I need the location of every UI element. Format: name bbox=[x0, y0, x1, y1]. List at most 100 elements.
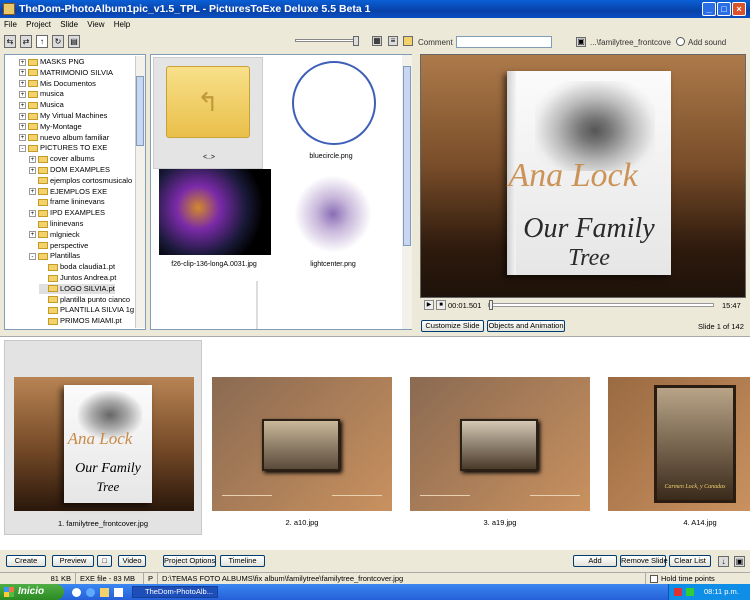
file-item[interactable]: bluecircle.png bbox=[266, 57, 376, 169]
expander-icon[interactable]: + bbox=[29, 209, 36, 217]
expander-icon[interactable]: - bbox=[19, 144, 26, 152]
expander-icon[interactable]: + bbox=[29, 166, 36, 174]
tree-item[interactable]: + MATRIMONIO SILVIA bbox=[19, 68, 113, 78]
slider-thumb[interactable] bbox=[353, 36, 359, 46]
expander-icon[interactable]: + bbox=[19, 123, 26, 131]
tree-item[interactable]: + My Virtual Machines bbox=[19, 111, 107, 121]
thumbnail-size-slider[interactable] bbox=[295, 39, 359, 42]
tree-item[interactable]: + cover albums bbox=[29, 154, 95, 164]
folder-up-icon[interactable]: ↑ bbox=[36, 35, 48, 48]
view-icon[interactable]: ▤ bbox=[68, 35, 80, 48]
tree-item[interactable]: - PICTURES TO EXE bbox=[19, 143, 107, 153]
expander-icon[interactable]: + bbox=[19, 112, 26, 120]
tree-item[interactable]: + MASKS PNG bbox=[19, 57, 85, 67]
menu-view[interactable]: View bbox=[87, 20, 104, 29]
slide-preview[interactable]: Ana Lock Our Family Tree bbox=[420, 54, 746, 298]
close-button[interactable]: × bbox=[732, 2, 746, 16]
tree-item[interactable]: + EJEMPLOS EXE bbox=[29, 187, 107, 197]
customize-slide-button[interactable]: Customize Slide bbox=[421, 320, 484, 332]
slide-thumbnail-2[interactable] bbox=[212, 377, 392, 511]
slide-thumbnail-3[interactable] bbox=[410, 377, 590, 511]
play-icon[interactable]: ▶ bbox=[424, 300, 434, 310]
preview-button[interactable]: Preview bbox=[52, 555, 94, 567]
tree-item[interactable]: + My-Montage bbox=[19, 122, 82, 132]
tree-item[interactable]: + Mis Documentos bbox=[19, 79, 96, 89]
tree-item[interactable]: + nuevo album familiar bbox=[19, 133, 109, 143]
tree-item[interactable]: LOGO SILVIA.pt bbox=[39, 283, 115, 294]
create-button[interactable]: Create bbox=[6, 555, 46, 567]
file-item[interactable]: lightcenter.png bbox=[266, 167, 376, 279]
scrubber-thumb[interactable] bbox=[489, 300, 493, 310]
tree-item[interactable]: ejemplos cortosmusicalo bbox=[29, 176, 132, 186]
expander-icon[interactable]: + bbox=[19, 134, 26, 142]
folder-icon[interactable] bbox=[100, 588, 109, 597]
file-item[interactable]: f26-clip-136-longA.0031.jpg bbox=[153, 167, 271, 279]
quicklaunch-icon[interactable] bbox=[72, 588, 81, 597]
stop-icon[interactable]: ■ bbox=[436, 300, 446, 310]
timeline-scrubber[interactable] bbox=[488, 303, 714, 307]
expander-icon[interactable]: + bbox=[19, 90, 26, 98]
slide-thumbnail-4[interactable]: Carmen Lock, y Canadas bbox=[608, 377, 750, 511]
tree-item[interactable]: + IPD EXAMPLES bbox=[29, 208, 105, 218]
browser-icon[interactable] bbox=[86, 588, 95, 597]
tree-item[interactable]: Juntos Andrea.pt bbox=[39, 273, 116, 283]
tree-item[interactable]: plantilla punto cianco bbox=[39, 295, 130, 305]
folder-tree[interactable]: + MASKS PNG + MATRIMONIO SILVIA + Mis Documen… bbox=[4, 54, 146, 330]
nav-forward-icon[interactable]: ⇄ bbox=[20, 35, 32, 48]
folder-icon[interactable] bbox=[403, 36, 413, 46]
remove-slide-button[interactable]: Remove Slide bbox=[620, 555, 668, 567]
grid-view-icon[interactable]: ▦ bbox=[372, 36, 382, 46]
media-icon[interactable] bbox=[114, 588, 123, 597]
file-item[interactable]: ↰ <..> bbox=[153, 57, 263, 169]
tray-icon[interactable] bbox=[674, 588, 682, 596]
slide-thumbnail-1[interactable]: Ana Lock Our Family Tree bbox=[14, 377, 194, 511]
expander-icon[interactable]: + bbox=[19, 58, 26, 66]
settings-icon[interactable]: ▣ bbox=[734, 556, 745, 567]
minimize-button[interactable]: _ bbox=[702, 2, 716, 16]
hold-time-checkbox[interactable] bbox=[650, 575, 658, 583]
tree-item[interactable]: perspective bbox=[29, 241, 88, 251]
add-button[interactable]: Add bbox=[573, 555, 617, 567]
taskbar-item[interactable]: TheDom-PhotoAlb... bbox=[132, 586, 218, 598]
sound-icon[interactable] bbox=[676, 37, 685, 46]
expander-icon[interactable]: - bbox=[29, 252, 36, 260]
list-view-icon[interactable]: ≡ bbox=[388, 36, 398, 46]
nav-back-icon[interactable]: ⇆ bbox=[4, 35, 16, 48]
tree-item[interactable]: + Musica bbox=[19, 100, 64, 110]
tree-item[interactable]: boda claudia1.pt bbox=[39, 262, 115, 272]
expander-icon[interactable]: + bbox=[19, 101, 26, 109]
file-scrollbar-thumb[interactable] bbox=[403, 66, 411, 246]
tree-item[interactable]: frame lininevans bbox=[29, 197, 105, 207]
tree-item[interactable]: PLANTILLA SILVIA 1g bbox=[39, 305, 134, 315]
project-options-button[interactable]: Project Options bbox=[163, 555, 216, 567]
menu-help[interactable]: Help bbox=[114, 20, 130, 29]
sort-icon[interactable]: ↓ bbox=[718, 556, 729, 567]
comment-input[interactable] bbox=[456, 36, 552, 48]
expander-icon[interactable]: + bbox=[19, 69, 26, 77]
maximize-button[interactable]: □ bbox=[717, 2, 731, 16]
menu-project[interactable]: Project bbox=[26, 20, 51, 29]
tree-item[interactable]: + DOM EXAMPLES bbox=[29, 165, 110, 175]
tray-icon[interactable] bbox=[686, 588, 694, 596]
fullscreen-icon[interactable]: □ bbox=[97, 555, 112, 567]
expander-icon[interactable]: + bbox=[29, 231, 36, 239]
tree-item[interactable]: + musica bbox=[19, 89, 64, 99]
add-sound-button[interactable]: Add sound bbox=[688, 38, 726, 47]
tree-scrollbar-thumb[interactable] bbox=[136, 76, 144, 146]
video-button[interactable]: Video bbox=[118, 555, 146, 567]
expander-icon[interactable]: + bbox=[19, 80, 26, 88]
tree-item[interactable]: + mlgnieck bbox=[29, 230, 80, 240]
objects-animation-button[interactable]: Objects and Animation bbox=[487, 320, 565, 332]
tree-item[interactable]: - Plantillas bbox=[29, 251, 80, 261]
window-titlebar[interactable]: TheDom-PhotoAlbum1pic_v1.5_TPL - Picture… bbox=[0, 0, 750, 18]
tree-item[interactable]: PRIMOS MIAMI.pt bbox=[39, 316, 122, 326]
tree-item[interactable]: lininevans bbox=[29, 219, 83, 229]
clear-list-button[interactable]: Clear List bbox=[669, 555, 711, 567]
menu-slide[interactable]: Slide bbox=[60, 20, 78, 29]
expander-icon[interactable]: + bbox=[29, 155, 36, 163]
folder-icon bbox=[38, 198, 48, 206]
refresh-icon[interactable]: ↻ bbox=[52, 35, 64, 48]
timeline-button[interactable]: Timeline bbox=[220, 555, 265, 567]
menu-file[interactable]: File bbox=[4, 20, 17, 29]
expander-icon[interactable]: + bbox=[29, 188, 36, 196]
